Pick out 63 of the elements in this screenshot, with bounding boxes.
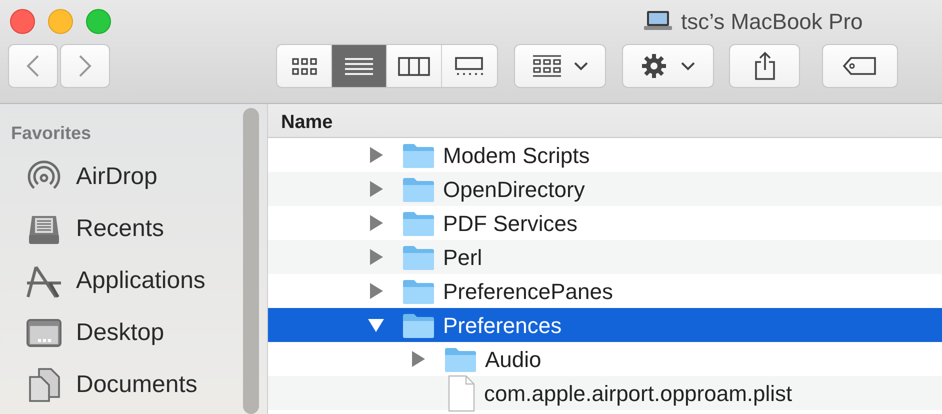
sidebar-item[interactable]: Recents: [0, 203, 243, 255]
grid-icon: [532, 54, 562, 78]
zoom-button[interactable]: [86, 8, 111, 34]
file-name: Audio: [485, 346, 542, 374]
caret-icon: [574, 61, 588, 71]
share-icon: [754, 51, 776, 81]
file-name: Modem Scripts: [443, 142, 590, 170]
laptop-icon: [643, 10, 673, 32]
folder-icon: [402, 278, 435, 304]
file-name: com.apple.airport.opproam.plist: [484, 380, 792, 408]
file-name: Preferences: [443, 312, 562, 340]
view-mode-button[interactable]: [442, 45, 497, 87]
chevron-left-icon: [26, 54, 40, 78]
view-mode-button[interactable]: [387, 45, 442, 87]
folder-icon: [402, 312, 435, 338]
file-row[interactable]: PreferencePanes: [268, 274, 942, 308]
pencil-ruler-icon: [26, 264, 62, 298]
back-button[interactable]: [8, 44, 58, 88]
folder-icon: [402, 210, 435, 236]
scrollbar-thumb[interactable]: [243, 108, 259, 414]
inbox-icon: [27, 213, 61, 245]
sidebar-heading: Favorites: [10, 122, 92, 145]
action-button[interactable]: [622, 44, 714, 88]
gallery-view-icon: [454, 56, 485, 76]
forward-button[interactable]: [60, 44, 110, 88]
icon-view-icon: [290, 56, 318, 76]
sidebar-item[interactable]: Documents: [0, 359, 243, 411]
sidebar-item[interactable]: AirDrop: [0, 151, 243, 203]
file-row[interactable]: com.apple.airport.opproam.plist: [268, 376, 942, 410]
gear-icon: [641, 53, 667, 79]
view-mode-button[interactable]: [277, 45, 332, 87]
folder-icon: [402, 176, 435, 202]
folder-icon: [402, 244, 435, 270]
file-row[interactable]: Audio: [268, 342, 942, 376]
close-button[interactable]: [10, 8, 35, 34]
tag-icon: [842, 56, 878, 76]
file-row[interactable]: Modem Scripts: [268, 138, 942, 172]
file-name: OpenDirectory: [443, 176, 585, 204]
name-column-header[interactable]: Name: [268, 104, 942, 138]
documents-icon: [27, 367, 61, 403]
view-mode-control[interactable]: [276, 44, 498, 88]
list-view-icon: [344, 56, 374, 76]
document-icon: [446, 374, 476, 412]
tag-button[interactable]: [822, 44, 898, 88]
group-button[interactable]: [514, 44, 606, 88]
sidebar-item[interactable]: Applications: [0, 255, 243, 307]
file-row[interactable]: PDF Services: [268, 206, 942, 240]
file-row[interactable]: Perl: [268, 240, 942, 274]
folder-icon: [444, 346, 477, 372]
folder-icon: [402, 142, 435, 168]
caret-icon: [681, 61, 695, 71]
file-name: PDF Services: [443, 210, 578, 238]
desktop-icon: [26, 318, 62, 348]
view-mode-button[interactable]: [332, 45, 387, 87]
file-row[interactable]: Preferences: [268, 308, 942, 342]
file-name: Perl: [443, 244, 482, 272]
columns-view-icon: [398, 56, 430, 76]
window-title: tsc’s MacBook Pro: [681, 8, 863, 36]
chevron-right-icon: [78, 54, 92, 78]
share-button[interactable]: [729, 44, 800, 88]
file-name: PreferencePanes: [443, 278, 613, 306]
sidebar-item[interactable]: Desktop: [0, 307, 243, 359]
file-row[interactable]: OpenDirectory: [268, 172, 942, 206]
